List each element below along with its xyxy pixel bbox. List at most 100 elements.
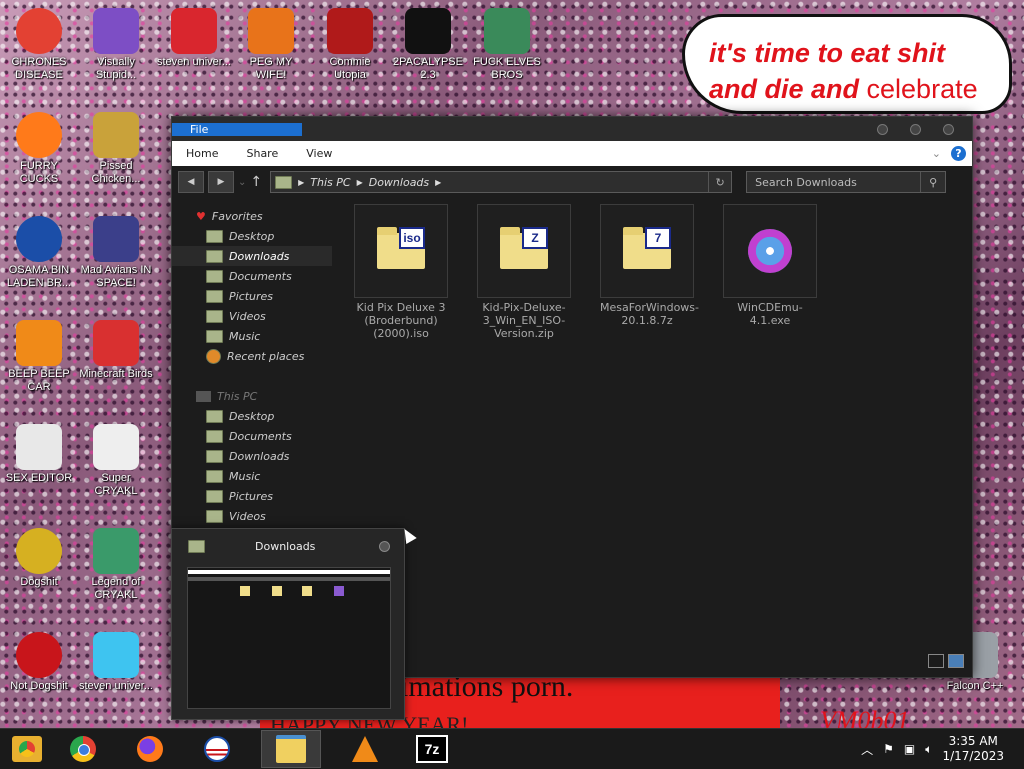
desktop-icon-label: Mad Avians IN SPACE! [80, 264, 152, 289]
volume-icon[interactable]: 🔈︎ [925, 742, 932, 757]
nav-item-downloads[interactable]: Downloads [172, 246, 332, 266]
folder-icon [206, 429, 223, 443]
taskbar-7zip[interactable]: 7z [409, 730, 455, 768]
expand-ribbon-icon[interactable]: ⌄ [932, 147, 941, 160]
nav-item-videos[interactable]: Videos [172, 506, 332, 526]
nav-item-documents[interactable]: Documents [172, 266, 332, 286]
system-tray: ︿ ⚑ ▣ 🔈︎ 3:35 AM 1/17/2023 [861, 734, 1024, 764]
file-item[interactable]: iso Kid Pix Deluxe 3 (Broderbund) (2000).… [354, 204, 448, 340]
chevron-right-icon[interactable]: ▶ [357, 178, 363, 187]
close-button[interactable] [943, 123, 954, 135]
desktop-icon[interactable]: steven univer... [157, 8, 231, 69]
desktop-icon[interactable]: Commie Utopia [313, 8, 387, 82]
up-arrow-icon[interactable]: ↑ [250, 174, 262, 190]
file-thumbnail[interactable]: iso [354, 204, 448, 298]
desktop-icon[interactable]: Minecraft Birds [79, 320, 153, 381]
clock-time: 3:35 AM [948, 734, 998, 748]
search-icon[interactable]: ⚲ [920, 172, 945, 192]
refresh-icon[interactable]: ↻ [708, 172, 731, 192]
thumbnail-preview[interactable] [187, 567, 391, 709]
help-icon[interactable]: ? [951, 146, 966, 161]
thumbnail-close-button[interactable] [379, 540, 390, 552]
taskbar-vlc[interactable] [342, 730, 388, 768]
nav-item-music[interactable]: Music [172, 326, 332, 346]
recent-chevron-icon[interactable]: ⌄ [238, 177, 246, 188]
file-item[interactable]: WinCDEmu-4.1.exe [723, 204, 817, 327]
chrome-folder-icon [12, 736, 42, 762]
desktop-icon[interactable]: SEX EDITOR [2, 424, 76, 485]
desktop-icon-label: FUCK ELVES BROS [473, 56, 541, 81]
taskbar-firefox[interactable] [127, 730, 173, 768]
breadcrumb-downloads[interactable]: Downloads [369, 176, 429, 189]
nav-item-pictures[interactable]: Pictures [172, 286, 332, 306]
desktop-icon[interactable]: Visually Stupid... [79, 8, 153, 82]
desktop-icon[interactable]: FURRY CUCKS [2, 112, 76, 186]
nav-item-label: Music [229, 329, 261, 343]
thumbnail-title: Downloads [255, 539, 316, 553]
file-item[interactable]: 7 MesaForWindows-20.1.8.7z [600, 204, 699, 327]
tab-view[interactable]: View [292, 141, 346, 166]
chevron-right-icon[interactable]: ▶ [435, 178, 441, 187]
desktop-icon[interactable]: steven univer... [79, 632, 153, 693]
desktop-icon[interactable]: Mad Avians IN SPACE! [79, 216, 153, 290]
maximize-button[interactable] [910, 123, 921, 135]
desktop-icon[interactable]: CHRONES DISEASE [2, 8, 76, 82]
taskbar: 7z ︿ ⚑ ▣ 🔈︎ 3:35 AM 1/17/2023 [0, 728, 1024, 769]
file-thumbnail[interactable] [723, 204, 817, 298]
nav-item-desktop[interactable]: Desktop [172, 226, 332, 246]
desktop-icon[interactable]: Dogshit [2, 528, 76, 589]
tab-share[interactable]: Share [232, 141, 292, 166]
network-icon[interactable]: ▣ [904, 742, 915, 756]
taskbar-thumbnail[interactable]: Downloads [171, 528, 405, 720]
clock[interactable]: 3:35 AM 1/17/2023 [942, 734, 1004, 764]
file-name: Kid-Pix-Deluxe-3_Win_EN_ISO-Version.zip [482, 301, 566, 340]
details-view-icon[interactable] [928, 654, 944, 668]
cd-disc-icon [748, 229, 792, 273]
nav-favorites[interactable]: ♥ Favorites [172, 206, 332, 226]
nav-item-downloads[interactable]: Downloads [172, 446, 332, 466]
nav-this-pc[interactable]: This PC [172, 386, 332, 406]
breadcrumb-this-pc[interactable]: This PC [310, 176, 350, 189]
forward-button[interactable]: ▶ [208, 171, 234, 193]
file-item[interactable]: Z Kid-Pix-Deluxe-3_Win_EN_ISO-Version.zip [477, 204, 571, 340]
chevron-right-icon[interactable]: ▶ [298, 178, 304, 187]
desktop-icon[interactable]: OSAMA BIN LADEN BR... [2, 216, 76, 290]
nav-item-pictures[interactable]: Pictures [172, 486, 332, 506]
flag-icon[interactable]: ⚑ [883, 742, 894, 756]
nav-item-desktop[interactable]: Desktop [172, 406, 332, 426]
nav-item-music[interactable]: Music [172, 466, 332, 486]
file-thumbnail[interactable]: Z [477, 204, 571, 298]
desktop-icon-label: Super CRYAKL [94, 472, 138, 497]
large-icons-view-icon[interactable] [948, 654, 964, 668]
elf-bros-icon [484, 8, 530, 54]
nav-favorites-label: Favorites [211, 209, 263, 223]
taskbar-obama[interactable] [194, 730, 240, 768]
desktop-icon[interactable]: Legend of CRYAKL [79, 528, 153, 602]
taskbar-chrome[interactable] [60, 730, 106, 768]
start-button[interactable] [4, 730, 50, 768]
file-thumbnail[interactable]: 7 [600, 204, 694, 298]
desktop-icon[interactable]: Pissed Chicken... [79, 112, 153, 186]
search-placeholder: Search Downloads [755, 175, 857, 189]
desktop-icon[interactable]: FUCK ELVES BROS [470, 8, 544, 82]
desktop-icon[interactable]: Not Dogshit [2, 632, 76, 693]
show-hidden-icons-icon[interactable]: ︿ [861, 741, 873, 758]
folder-icon [206, 269, 223, 283]
back-button[interactable]: ◀ [178, 171, 204, 193]
desktop-icon[interactable]: 2PACALYPSE 2.3 [391, 8, 465, 82]
nav-item-recent-places[interactable]: Recent places [172, 346, 332, 366]
desktop-icon[interactable]: BEEP BEEP CAR [2, 320, 76, 394]
firefox-icon [137, 736, 163, 762]
desktop-icon[interactable]: PEG MY WIFE! [234, 8, 308, 82]
taskbar-file-explorer[interactable] [261, 730, 321, 768]
nav-item-documents[interactable]: Documents [172, 426, 332, 446]
peggle-icon [248, 8, 294, 54]
minimize-button[interactable] [877, 123, 888, 135]
tab-file[interactable]: File [172, 123, 302, 136]
address-bar[interactable]: ▶ This PC ▶ Downloads ▶ ↻ [270, 171, 733, 193]
pixel-hero-icon [93, 528, 139, 574]
nav-item-videos[interactable]: Videos [172, 306, 332, 326]
tab-home[interactable]: Home [172, 141, 232, 166]
search-input[interactable]: Search Downloads ⚲ [746, 171, 947, 193]
desktop-icon[interactable]: Super CRYAKL [79, 424, 153, 498]
